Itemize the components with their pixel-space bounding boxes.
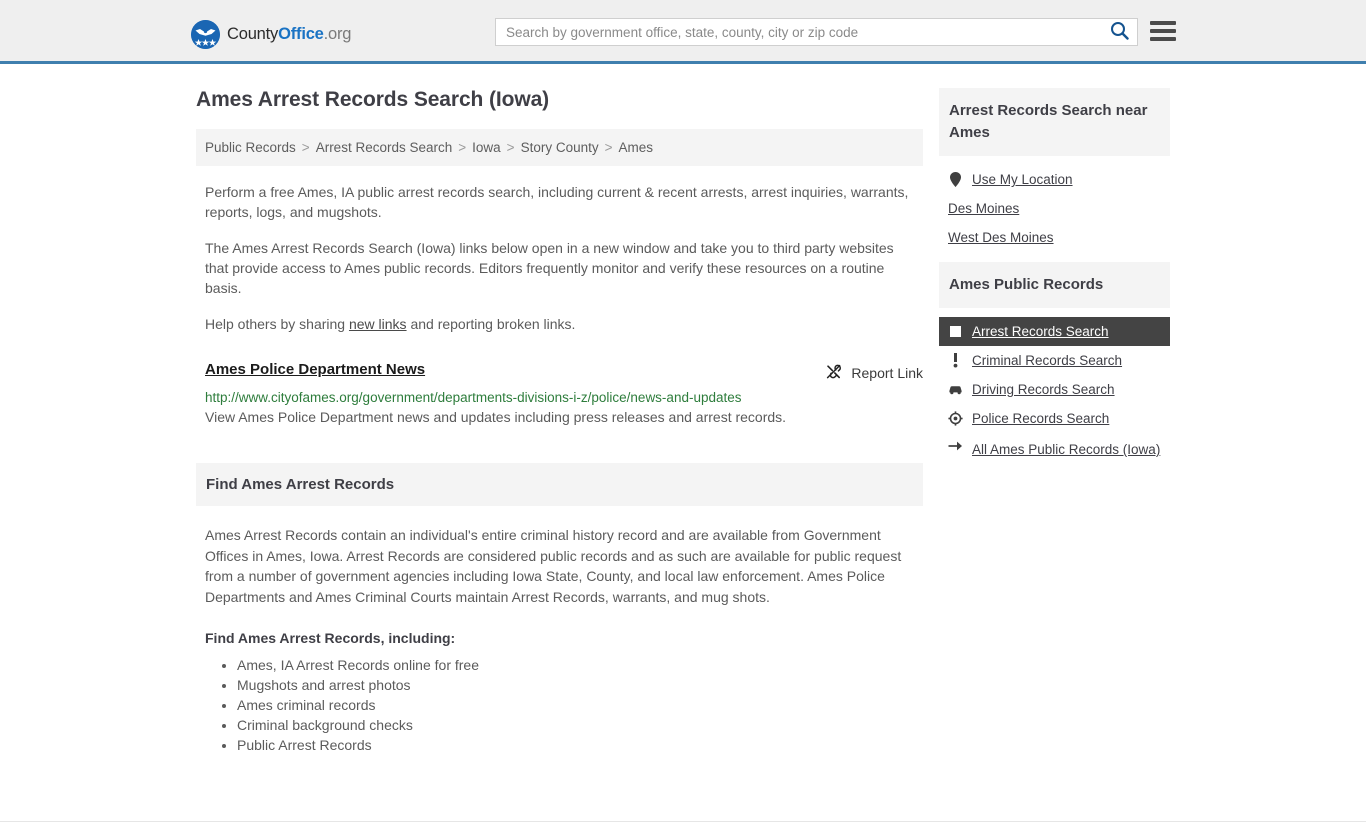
sidebar-item-label: Arrest Records Search xyxy=(972,324,1109,339)
sidebar-item-driving-records-search[interactable]: Driving Records Search xyxy=(939,375,1170,404)
search-input[interactable] xyxy=(496,24,1101,40)
broken-link-icon xyxy=(825,363,842,383)
result-description: View Ames Police Department news and upd… xyxy=(205,409,787,425)
nearby-card-body: Use My Location Des Moines West Des Moin… xyxy=(939,156,1170,252)
sidebar-item-label: Des Moines xyxy=(948,201,1020,216)
white-square-icon xyxy=(948,326,963,337)
sidebar-item-criminal-records-search[interactable]: Criminal Records Search xyxy=(939,346,1170,375)
result-title-link[interactable]: Ames Police Department News xyxy=(205,361,425,378)
records-list: Ames, IA Arrest Records online for free … xyxy=(205,655,923,755)
search-button[interactable] xyxy=(1101,19,1137,45)
breadcrumb-item-ames[interactable]: Ames xyxy=(619,140,654,155)
list-item: Criminal background checks xyxy=(237,715,923,735)
arrow-right-icon xyxy=(948,440,963,452)
sidebar-item-arrest-records-search[interactable]: Arrest Records Search xyxy=(939,317,1170,346)
sidebar-item-label: Use My Location xyxy=(972,172,1073,187)
logo-wordmark: CountyOffice.org xyxy=(227,25,351,44)
sidebar-item-label: Driving Records Search xyxy=(972,382,1115,397)
list-item: Ames, IA Arrest Records online for free xyxy=(237,655,923,675)
section-paragraph: Ames Arrest Records contain an individua… xyxy=(205,527,902,605)
eagle-seal-logo-icon xyxy=(191,20,220,49)
hamburger-menu-icon[interactable] xyxy=(1150,18,1176,44)
sidebar: Arrest Records Search near Ames Use My L… xyxy=(939,88,1170,477)
search-icon xyxy=(1110,21,1129,43)
breadcrumb-separator: > xyxy=(301,140,310,155)
sidebar-item-all-public-records[interactable]: All Ames Public Records (Iowa) xyxy=(939,433,1170,467)
site-header: CountyOffice.org xyxy=(0,0,1366,64)
police-badge-icon xyxy=(948,411,963,426)
nearby-card-heading: Arrest Records Search near Ames xyxy=(939,88,1170,156)
breadcrumb-separator: > xyxy=(604,140,613,155)
breadcrumb-item-arrest-records-search[interactable]: Arrest Records Search xyxy=(316,140,453,155)
report-link-label: Report Link xyxy=(851,365,923,381)
nearby-search-card: Arrest Records Search near Ames Use My L… xyxy=(939,88,1170,252)
result-item: Ames Police Department News Report Link … xyxy=(205,361,923,425)
breadcrumb-item-iowa[interactable]: Iowa xyxy=(472,140,501,155)
public-records-card: Ames Public Records Arrest Records Searc… xyxy=(939,262,1170,467)
site-logo[interactable]: CountyOffice.org xyxy=(191,20,351,49)
list-item: Mugshots and arrest photos xyxy=(237,675,923,695)
car-icon xyxy=(948,384,963,395)
list-heading: Find Ames Arrest Records, including: xyxy=(205,630,456,646)
hamburger-bar xyxy=(1150,29,1176,33)
share-suffix: and reporting broken links. xyxy=(406,316,576,332)
report-link-button[interactable]: Report Link xyxy=(825,363,923,383)
section-heading: Find Ames Arrest Records xyxy=(196,463,923,506)
sidebar-item-label: Criminal Records Search xyxy=(972,353,1123,368)
list-item: Public Arrest Records xyxy=(237,735,923,755)
sidebar-item-label: Police Records Search xyxy=(972,411,1110,426)
public-records-card-body: Arrest Records Search Criminal Records S… xyxy=(939,308,1170,467)
main-content: Ames Arrest Records Search (Iowa) Public… xyxy=(196,88,923,755)
disclaimer-paragraph: The Ames Arrest Records Search (Iowa) li… xyxy=(205,240,894,296)
map-pin-icon xyxy=(948,172,963,187)
breadcrumb: Public Records > Arrest Records Search > Iow… xyxy=(196,129,923,166)
sidebar-item-use-my-location[interactable]: Use My Location xyxy=(939,165,1170,194)
result-header-row: Ames Police Department News Report Link xyxy=(205,361,923,383)
result-url[interactable]: http://www.cityofames.org/government/dep… xyxy=(205,390,923,405)
sidebar-item-police-records-search[interactable]: Police Records Search xyxy=(939,404,1170,433)
sidebar-item-label: West Des Moines xyxy=(948,230,1054,245)
intro-paragraph: Perform a free Ames, IA public arrest re… xyxy=(205,184,909,220)
share-prefix: Help others by sharing xyxy=(205,316,349,332)
breadcrumb-item-public-records[interactable]: Public Records xyxy=(205,140,296,155)
search-bar[interactable] xyxy=(495,18,1138,46)
exclamation-icon xyxy=(948,353,963,368)
breadcrumb-separator: > xyxy=(458,140,467,155)
hamburger-bar xyxy=(1150,21,1176,25)
section-body: Ames Arrest Records contain an individua… xyxy=(205,525,923,607)
new-links-link[interactable]: new links xyxy=(349,316,407,332)
breadcrumb-item-story-county[interactable]: Story County xyxy=(521,140,599,155)
sidebar-item-west-des-moines[interactable]: West Des Moines xyxy=(939,223,1170,252)
public-records-card-heading: Ames Public Records xyxy=(939,262,1170,308)
logo-text-office: Office xyxy=(278,25,324,43)
page-title: Ames Arrest Records Search (Iowa) xyxy=(196,88,550,111)
sidebar-item-label: All Ames Public Records (Iowa) xyxy=(972,442,1161,457)
hamburger-bar xyxy=(1150,37,1176,41)
logo-text-org: .org xyxy=(323,25,352,43)
list-item: Ames criminal records xyxy=(237,695,923,715)
breadcrumb-separator: > xyxy=(506,140,515,155)
sidebar-item-des-moines[interactable]: Des Moines xyxy=(939,194,1170,223)
logo-text-county: County xyxy=(227,25,279,43)
share-paragraph: Help others by sharing new links and rep… xyxy=(205,314,911,334)
